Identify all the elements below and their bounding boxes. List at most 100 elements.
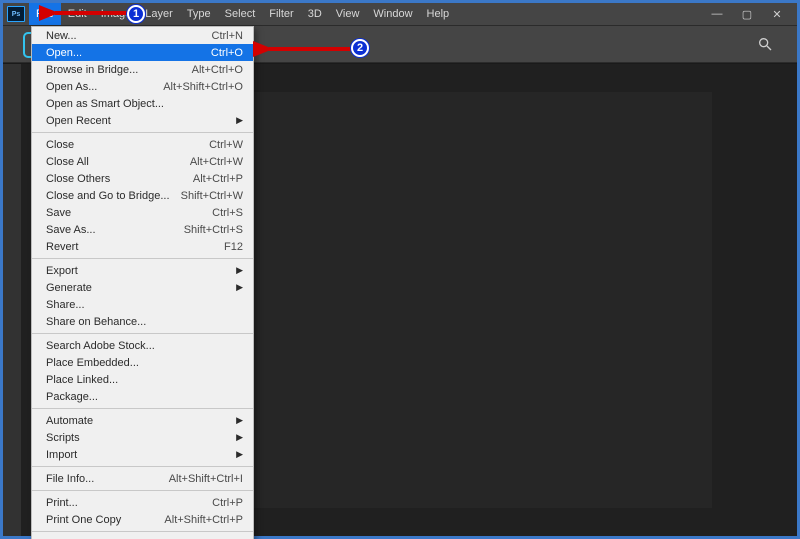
menu-item-browse-in-bridge[interactable]: Browse in Bridge...Alt+Ctrl+O (32, 61, 253, 78)
menu-item-generate[interactable]: Generate▶ (32, 279, 253, 296)
menu-item-label: Open As... (46, 81, 163, 93)
submenu-arrow-icon: ▶ (235, 115, 243, 126)
menu-item-import[interactable]: Import▶ (32, 446, 253, 463)
menu-item-label: Browse in Bridge... (46, 64, 192, 76)
menu-type[interactable]: Type (180, 3, 218, 25)
menu-item-label: Open as Smart Object... (46, 98, 243, 110)
menu-item-shortcut: Alt+Ctrl+O (192, 64, 243, 76)
menu-item-scripts[interactable]: Scripts▶ (32, 429, 253, 446)
menu-item-label: Export (46, 265, 235, 277)
menu-item-label: Revert (46, 241, 224, 253)
menu-item-label: Save (46, 207, 212, 219)
menu-item-label: Open Recent (46, 115, 235, 127)
menu-item-label: Save As... (46, 224, 184, 236)
file-menu-dropdown: New...Ctrl+NOpen...Ctrl+OBrowse in Bridg… (31, 26, 254, 539)
menu-item-shortcut: Ctrl+S (212, 207, 243, 219)
menu-item-file-info[interactable]: File Info...Alt+Shift+Ctrl+I (32, 470, 253, 487)
menu-separator (32, 132, 253, 133)
menu-file[interactable]: File (29, 3, 61, 25)
menu-separator (32, 258, 253, 259)
menu-item-label: Print One Copy (46, 514, 164, 526)
menu-item-shortcut: Alt+Shift+Ctrl+O (163, 81, 243, 93)
menu-item-label: Generate (46, 282, 235, 294)
menu-item-label: Close All (46, 156, 190, 168)
menu-filter[interactable]: Filter (262, 3, 300, 25)
menu-item-save[interactable]: SaveCtrl+S (32, 204, 253, 221)
menu-item-place-linked[interactable]: Place Linked... (32, 371, 253, 388)
menu-separator (32, 333, 253, 334)
maximize-button[interactable]: ▢ (741, 8, 753, 21)
tool-gutter (3, 64, 21, 536)
app-logo-icon: Ps (7, 6, 25, 22)
submenu-arrow-icon: ▶ (235, 282, 243, 293)
menu-item-label: Package... (46, 391, 243, 403)
menu-item-shortcut: Ctrl+P (212, 497, 243, 509)
menu-item-label: Print... (46, 497, 212, 509)
menu-separator (32, 466, 253, 467)
minimize-button[interactable]: — (711, 8, 723, 21)
menu-bar: Ps FileEditImageLayerTypeSelectFilter3DV… (3, 3, 797, 25)
menu-item-print[interactable]: Print...Ctrl+P (32, 494, 253, 511)
menu-item-open-as[interactable]: Open As...Alt+Shift+Ctrl+O (32, 78, 253, 95)
menu-item-close-and-go-to-bridge[interactable]: Close and Go to Bridge...Shift+Ctrl+W (32, 187, 253, 204)
menu-item-label: File Info... (46, 473, 169, 485)
close-button[interactable]: ✕ (771, 8, 783, 21)
menu-separator (32, 408, 253, 409)
menu-item-open-recent[interactable]: Open Recent▶ (32, 112, 253, 129)
menu-item-label: Close Others (46, 173, 193, 185)
menu-item-label: Automate (46, 415, 235, 427)
menu-item-label: Import (46, 449, 235, 461)
menu-item-label: Share on Behance... (46, 316, 243, 328)
menu-item-open[interactable]: Open...Ctrl+O (32, 44, 253, 61)
menu-item-exit[interactable]: ExitCtrl+Q (32, 535, 253, 539)
submenu-arrow-icon: ▶ (235, 415, 243, 426)
menu-item-label: Search Adobe Stock... (46, 340, 243, 352)
menu-item-print-one-copy[interactable]: Print One CopyAlt+Shift+Ctrl+P (32, 511, 253, 528)
menu-window[interactable]: Window (366, 3, 419, 25)
submenu-arrow-icon: ▶ (235, 432, 243, 443)
menu-separator (32, 490, 253, 491)
menu-item-shortcut: F12 (224, 241, 243, 253)
menu-item-revert[interactable]: RevertF12 (32, 238, 253, 255)
menu-item-shortcut: Shift+Ctrl+W (181, 190, 243, 202)
menu-item-shortcut: Ctrl+O (211, 47, 243, 59)
menu-item-automate[interactable]: Automate▶ (32, 412, 253, 429)
menu-item-label: Close and Go to Bridge... (46, 190, 181, 202)
menu-item-label: New... (46, 30, 212, 42)
menu-item-export[interactable]: Export▶ (32, 262, 253, 279)
menu-item-label: Place Linked... (46, 374, 243, 386)
menu-layer[interactable]: Layer (138, 3, 180, 25)
menu-item-new[interactable]: New...Ctrl+N (32, 27, 253, 44)
window-controls: — ▢ ✕ (711, 8, 797, 21)
menu-item-place-embedded[interactable]: Place Embedded... (32, 354, 253, 371)
menu-view[interactable]: View (329, 3, 367, 25)
menu-item-label: Open... (46, 47, 211, 59)
menu-item-package[interactable]: Package... (32, 388, 253, 405)
menu-item-shortcut: Alt+Ctrl+W (190, 156, 243, 168)
menu-item-close[interactable]: CloseCtrl+W (32, 136, 253, 153)
app-window: Ps FileEditImageLayerTypeSelectFilter3DV… (0, 0, 800, 539)
menu-item-shortcut: Ctrl+W (209, 139, 243, 151)
menu-help[interactable]: Help (420, 3, 457, 25)
menu-item-close-others[interactable]: Close OthersAlt+Ctrl+P (32, 170, 253, 187)
menu-item-shortcut: Alt+Shift+Ctrl+P (164, 514, 243, 526)
menu-item-label: Scripts (46, 432, 235, 444)
menu-item-open-as-smart-object[interactable]: Open as Smart Object... (32, 95, 253, 112)
menu-item-close-all[interactable]: Close AllAlt+Ctrl+W (32, 153, 253, 170)
menu-item-shortcut: Shift+Ctrl+S (184, 224, 243, 236)
menu-separator (32, 531, 253, 532)
menu-item-share-on-behance[interactable]: Share on Behance... (32, 313, 253, 330)
menu-3d[interactable]: 3D (301, 3, 329, 25)
submenu-arrow-icon: ▶ (235, 449, 243, 460)
menu-item-save-as[interactable]: Save As...Shift+Ctrl+S (32, 221, 253, 238)
menu-item-share[interactable]: Share... (32, 296, 253, 313)
menu-item-label: Place Embedded... (46, 357, 243, 369)
menu-item-search-adobe-stock[interactable]: Search Adobe Stock... (32, 337, 253, 354)
menu-item-shortcut: Ctrl+N (212, 30, 243, 42)
menu-edit[interactable]: Edit (61, 3, 94, 25)
menu-select[interactable]: Select (218, 3, 263, 25)
menu-item-label: Close (46, 139, 209, 151)
menu-image[interactable]: Image (94, 3, 139, 25)
menu-item-shortcut: Alt+Shift+Ctrl+I (169, 473, 243, 485)
search-icon[interactable] (757, 36, 773, 57)
